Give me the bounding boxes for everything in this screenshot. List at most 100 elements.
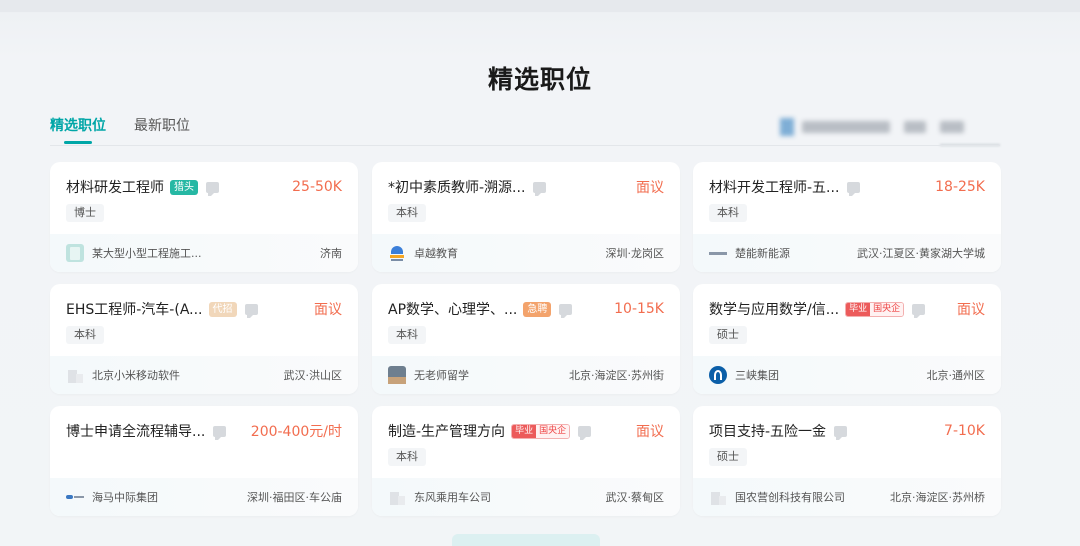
job-card-header: *初中素质教师-溯源... 面议 — [388, 176, 664, 198]
job-location: 深圳·龙岗区 — [605, 247, 665, 260]
chat-icon[interactable] — [213, 425, 227, 440]
company-name: 无老师留学 — [414, 369, 469, 382]
job-location: 济南 — [320, 247, 342, 260]
building-icon — [388, 488, 406, 506]
company-name: 卓越教育 — [414, 247, 458, 260]
company-logo — [66, 488, 84, 506]
job-title[interactable]: *初中素质教师-溯源... — [388, 177, 525, 197]
company-row[interactable]: 东风乘用车公司 武汉·蔡甸区 — [372, 478, 680, 516]
job-card[interactable]: 项目支持-五险一金 7-10K 硕士国农营创科技有限公司 北京·海淀区·苏州桥 — [693, 406, 1001, 516]
job-title[interactable]: 材料开发工程师-五... — [709, 177, 839, 197]
company-row[interactable]: 海马中际集团 深圳·福田区·车公庙 — [50, 478, 358, 516]
company-name: 北京小米移动软件 — [92, 369, 180, 382]
building-icon — [66, 366, 84, 384]
company-logo — [388, 244, 406, 262]
degree-tag: 博士 — [66, 204, 104, 222]
job-title[interactable]: EHS工程师-汽车-(A... — [66, 299, 203, 319]
job-card-header: 制造-生产管理方向 毕业 国央企 面议 — [388, 420, 664, 442]
badge-label-secondary: 国央企 — [536, 424, 570, 438]
job-title[interactable]: AP数学、心理学、... — [388, 299, 517, 319]
job-card-header: 材料开发工程师-五... 18-25K — [709, 176, 985, 198]
tab-latest-jobs[interactable]: 最新职位 — [134, 116, 190, 146]
company-row[interactable]: 无老师留学 北京·海淀区·苏州街 — [372, 356, 680, 394]
salary: 200-400元/时 — [250, 424, 342, 440]
company-name: 海马中际集团 — [92, 491, 158, 504]
company-logo — [388, 366, 406, 384]
tab-featured-jobs[interactable]: 精选职位 — [50, 116, 106, 146]
job-title[interactable]: 制造-生产管理方向 — [388, 421, 505, 441]
company-name: 东风乘用车公司 — [414, 491, 491, 504]
job-title[interactable]: 博士申请全流程辅导... — [66, 421, 205, 441]
salary: 10-15K — [614, 301, 664, 317]
badge-label: 毕业 — [846, 302, 871, 316]
chat-icon[interactable] — [834, 425, 848, 440]
degree-tag: 本科 — [388, 326, 426, 344]
chat-icon[interactable] — [559, 303, 573, 318]
salary: 面议 — [957, 302, 985, 318]
job-card[interactable]: EHS工程师-汽车-(A... 代招 面议本科北京小米移动软件 武汉·洪山区 — [50, 284, 358, 394]
badge-label: 毕业 — [512, 424, 537, 438]
company-row[interactable]: 北京小米移动软件 武汉·洪山区 — [50, 356, 358, 394]
company-row[interactable]: 国农营创科技有限公司 北京·海淀区·苏州桥 — [693, 478, 1001, 516]
chat-icon[interactable] — [244, 303, 258, 318]
job-card-header: EHS工程师-汽车-(A... 代招 面议 — [66, 298, 342, 320]
job-title[interactable]: 数学与应用数学/信... — [709, 299, 839, 319]
building-icon — [709, 488, 727, 506]
chat-icon[interactable] — [847, 181, 861, 196]
salary: 面议 — [636, 180, 664, 196]
degree-tag: 本科 — [388, 204, 426, 222]
job-card[interactable]: 博士申请全流程辅导... 200-400元/时海马中际集团 深圳·福田区·车公庙 — [50, 406, 358, 516]
degree-tag: 本科 — [709, 204, 747, 222]
salary: 18-25K — [935, 179, 985, 195]
job-location: 北京·海淀区·苏州街 — [569, 369, 664, 382]
job-card[interactable]: 数学与应用数学/信... 毕业 国央企 面议硕士三峡集团 北京·通州区 — [693, 284, 1001, 394]
company-logo — [709, 366, 727, 384]
salary: 7-10K — [944, 423, 985, 439]
job-badge: 毕业 国央企 — [511, 423, 571, 439]
job-badge: 毕业 国央企 — [845, 301, 905, 317]
job-title[interactable]: 项目支持-五险一金 — [709, 421, 826, 441]
job-card-header: 项目支持-五险一金 7-10K — [709, 420, 985, 442]
job-card-header: 材料研发工程师 猎头 25-50K — [66, 176, 342, 198]
salary: 面议 — [314, 302, 342, 318]
view-more-button[interactable] — [452, 534, 600, 546]
job-badge: 猎头 — [170, 179, 198, 195]
badge-label-secondary: 国央企 — [870, 302, 904, 316]
chat-icon[interactable] — [206, 181, 219, 196]
job-title[interactable]: 材料研发工程师 — [66, 177, 164, 197]
degree-tag: 硕士 — [709, 448, 747, 466]
job-card[interactable]: 制造-生产管理方向 毕业 国央企 面议本科东风乘用车公司 武汉·蔡甸区 — [372, 406, 680, 516]
section-title: 精选职位 — [487, 65, 592, 94]
company-row[interactable]: 某大型小型工程施工... 济南 — [50, 234, 358, 272]
chat-icon[interactable] — [578, 425, 592, 440]
job-tabs: 精选职位 最新职位 — [50, 116, 218, 146]
job-card-header: 博士申请全流程辅导... 200-400元/时 — [66, 420, 342, 442]
job-location: 北京·海淀区·苏州桥 — [890, 491, 985, 504]
company-row[interactable]: 卓越教育 深圳·龙岗区 — [372, 234, 680, 272]
job-location: 北京·通州区 — [926, 369, 986, 382]
company-row[interactable]: 楚能新能源 武汉·江夏区·黄家湖大学城 — [693, 234, 1001, 272]
company-name: 三峡集团 — [735, 369, 779, 382]
chat-icon[interactable] — [533, 181, 547, 196]
job-location: 武汉·蔡甸区 — [605, 491, 665, 504]
job-badge: 急聘 — [523, 301, 552, 317]
degree-tag: 硕士 — [709, 326, 747, 344]
job-badge: 代招 — [208, 301, 237, 317]
company-name: 某大型小型工程施工... — [92, 247, 202, 260]
salary: 面议 — [636, 424, 664, 440]
job-card[interactable]: 材料研发工程师 猎头 25-50K 博士某大型小型工程施工... 济南 — [50, 162, 358, 272]
company-row[interactable]: 三峡集团 北京·通州区 — [693, 356, 1001, 394]
job-location: 武汉·江夏区·黄家湖大学城 — [857, 247, 985, 260]
job-card-header: AP数学、心理学、... 急聘 10-15K — [388, 298, 664, 320]
company-logo — [66, 244, 84, 262]
chat-icon[interactable] — [912, 303, 926, 318]
company-name: 楚能新能源 — [735, 247, 790, 260]
job-card-header: 数学与应用数学/信... 毕业 国央企 面议 — [709, 298, 985, 320]
job-card[interactable]: AP数学、心理学、... 急聘 10-15K 本科无老师留学 北京·海淀区·苏州街 — [372, 284, 680, 394]
job-card[interactable]: 材料开发工程师-五... 18-25K 本科楚能新能源 武汉·江夏区·黄家湖大学城 — [693, 162, 1001, 272]
job-location: 深圳·福田区·车公庙 — [247, 491, 342, 504]
job-card[interactable]: *初中素质教师-溯源... 面议本科卓越教育 深圳·龙岗区 — [372, 162, 680, 272]
degree-tag: 本科 — [66, 326, 104, 344]
degree-tag: 本科 — [388, 448, 426, 466]
company-name: 国农营创科技有限公司 — [735, 491, 845, 504]
